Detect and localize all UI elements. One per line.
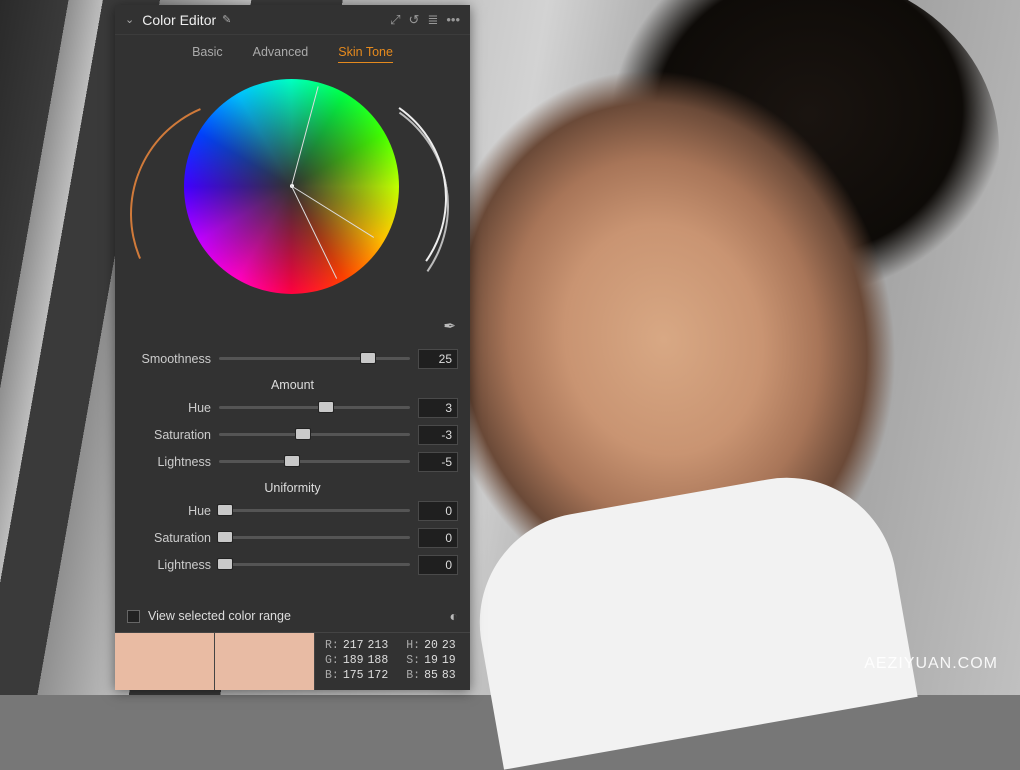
panel-footer: View selected color range ◐ R: 217 213 G: 1… (115, 600, 470, 690)
amount-saturation-label: Saturation (127, 428, 211, 442)
uniformity-hue-label: Hue (127, 504, 211, 518)
uniformity-saturation-slider[interactable] (219, 536, 410, 539)
readout-h-a: 20 (424, 639, 438, 652)
amount-lightness-slider[interactable] (219, 460, 410, 463)
readout-s-label: S: (406, 654, 420, 667)
swatch-after[interactable] (215, 633, 315, 690)
color-editor-panel: ⌄ Color Editor ✎ ⤢ ↺ ≣ ••• Basic Advance… (115, 5, 470, 690)
tab-advanced[interactable]: Advanced (253, 45, 309, 63)
amount-lightness-label: Lightness (127, 455, 211, 469)
readout-s-a: 19 (424, 654, 438, 667)
swatch-before[interactable] (115, 633, 215, 690)
eyedropper-small-icon[interactable]: ✎ (222, 13, 231, 26)
uniformity-lightness-value[interactable]: 0 (418, 555, 458, 575)
smoothness-label: Smoothness (127, 352, 211, 366)
readout-h-label: H: (406, 639, 420, 652)
readout-g-label: G: (325, 654, 339, 667)
uniformity-section-label: Uniformity (127, 475, 458, 497)
smoothness-row: Smoothness 25 (127, 345, 458, 372)
more-icon[interactable]: ••• (446, 12, 460, 27)
readout-b-b: 172 (368, 669, 389, 682)
amount-section-label: Amount (127, 372, 458, 394)
tab-basic[interactable]: Basic (192, 45, 223, 63)
copy-icon[interactable]: ≣ (427, 12, 438, 28)
uniformity-hue-value[interactable]: 0 (418, 501, 458, 521)
panel-title: Color Editor (142, 12, 216, 28)
smoothness-value[interactable]: 25 (418, 349, 458, 369)
amount-hue-slider[interactable] (219, 406, 410, 409)
swatch-readout-row: R: 217 213 G: 189 188 B: 175 172 H: 20 23 S: 19 19… (115, 632, 470, 690)
mask-icon[interactable]: ◐ (450, 608, 458, 624)
tab-bar: Basic Advanced Skin Tone (115, 35, 470, 71)
uniformity-lightness-label: Lightness (127, 558, 211, 572)
readout-r-b: 213 (368, 639, 389, 652)
uniformity-saturation-value[interactable]: 0 (418, 528, 458, 548)
readout-r-label: R: (325, 639, 339, 652)
readout-s-b: 19 (442, 654, 456, 667)
watermark: AEZIYUAN.COM (864, 655, 998, 673)
collapse-icon[interactable]: ⌄ (125, 13, 134, 26)
eyedropper-icon[interactable]: ✒ (443, 317, 456, 335)
readout-h-b: 23 (442, 639, 456, 652)
amount-saturation-slider[interactable] (219, 433, 410, 436)
color-wheel-area: ✒ (115, 71, 470, 341)
readout-r-a: 217 (343, 639, 364, 652)
uniformity-saturation-label: Saturation (127, 531, 211, 545)
sliders-group: Smoothness 25 Amount Hue 3 Saturation -3… (115, 341, 470, 582)
uniformity-hue-slider[interactable] (219, 509, 410, 512)
expand-icon[interactable]: ⤢ (390, 12, 400, 28)
view-range-checkbox[interactable] (127, 610, 140, 623)
readout-g-b: 188 (368, 654, 389, 667)
uniformity-lightness-slider[interactable] (219, 563, 410, 566)
readout-b-a: 175 (343, 669, 364, 682)
readout-v-b: 83 (442, 669, 456, 682)
amount-lightness-value[interactable]: -5 (418, 452, 458, 472)
amount-hue-label: Hue (127, 401, 211, 415)
amount-saturation-value[interactable]: -3 (418, 425, 458, 445)
panel-header: ⌄ Color Editor ✎ ⤢ ↺ ≣ ••• (115, 5, 470, 35)
readout-v-label: B: (406, 669, 420, 682)
readout-b-label: B: (325, 669, 339, 682)
amount-hue-value[interactable]: 3 (418, 398, 458, 418)
readout-g-a: 189 (343, 654, 364, 667)
undo-icon[interactable]: ↺ (409, 12, 420, 28)
smoothness-slider[interactable] (219, 357, 410, 360)
readout-v-a: 85 (424, 669, 438, 682)
view-range-row: View selected color range ◐ (115, 600, 470, 632)
color-readout: R: 217 213 G: 189 188 B: 175 172 H: 20 23 S: 19 19… (315, 633, 470, 690)
view-range-label: View selected color range (148, 609, 291, 623)
tab-skin-tone[interactable]: Skin Tone (338, 45, 393, 63)
